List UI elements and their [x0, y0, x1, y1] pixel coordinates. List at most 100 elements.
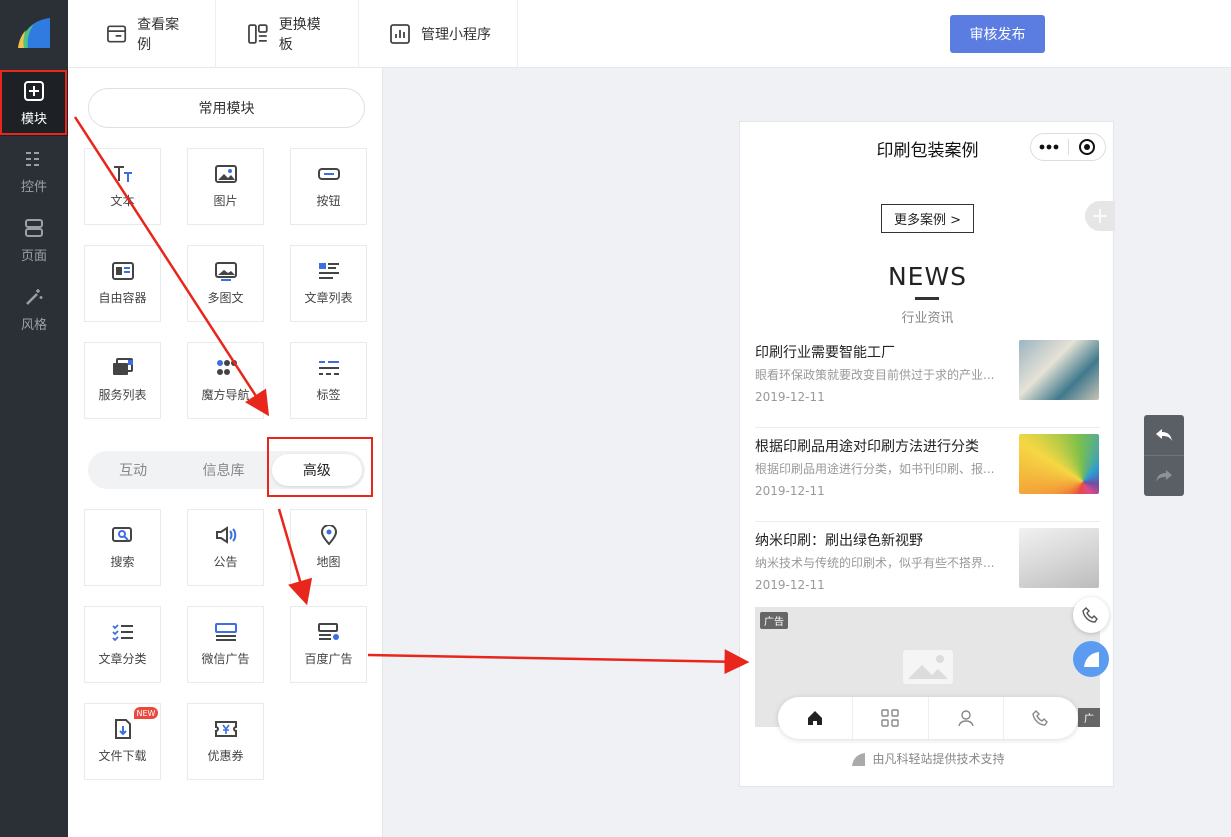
article-date: 2019-12-11 — [755, 578, 825, 592]
module-text[interactable]: 文本 — [84, 148, 161, 225]
module-image[interactable]: 图片 — [187, 148, 264, 225]
tab-interactive[interactable]: 互动 — [88, 451, 178, 489]
article-title: 印刷行业需要智能工厂 — [755, 345, 895, 361]
coupon-icon — [214, 721, 237, 737]
manage-miniprogram-button[interactable]: 管理小程序 — [359, 0, 518, 68]
change-template-button[interactable]: 更换模板 — [216, 0, 359, 68]
module-service-list[interactable]: 服务列表 — [84, 342, 161, 419]
module-baidu-ad[interactable]: 百度广告 — [290, 606, 367, 683]
brand-logo-icon — [1084, 652, 1099, 667]
module-label: 图片 — [213, 194, 238, 208]
article-title: 纳米印刷：刷出绿色新视野 — [755, 533, 923, 549]
article-desc: 根据印刷品用途进行分类，如书刊印刷、报... — [755, 462, 995, 476]
brand-float-button[interactable] — [1073, 641, 1109, 677]
announcement-icon — [215, 526, 236, 544]
phone-preview: 印刷包装案例 更多案例 > NEWS 行业资讯 印刷行业需要智能工厂 眼看环保政… — [739, 121, 1115, 787]
publish-button[interactable]: 审核发布 — [950, 15, 1045, 53]
drag-handle-icon[interactable] — [1085, 201, 1115, 231]
change-template-label: 更换模板 — [278, 17, 321, 53]
module-label: 百度广告 — [304, 652, 353, 666]
rail-item-label: 控件 — [20, 179, 47, 195]
more-cases-button[interactable]: 更多案例 > — [881, 204, 974, 233]
module-coupon[interactable]: 优惠券 — [187, 703, 264, 780]
module-button[interactable]: 按钮 — [290, 148, 367, 225]
news-underline — [915, 297, 939, 300]
article-date: 2019-12-11 — [755, 484, 825, 498]
module-label: 文章分类 — [98, 652, 147, 666]
undo-button[interactable] — [1144, 415, 1184, 455]
module-label: 地图 — [316, 555, 341, 569]
image-placeholder-icon — [903, 650, 953, 684]
article-desc: 纳米技术与传统的印刷术，似乎有些不搭界... — [755, 556, 995, 570]
tab-home[interactable] — [778, 697, 854, 739]
article-title: 根据印刷品用途对印刷方法进行分类 — [755, 439, 979, 455]
article-date: 2019-12-11 — [755, 390, 825, 404]
article-item[interactable]: 印刷行业需要智能工厂 眼看环保政策就要改变目前供过于求的产业... 2019-1… — [755, 334, 1100, 428]
module-multi-image-text[interactable]: 多图文 — [187, 245, 264, 322]
annotation-box-advanced — [267, 437, 373, 497]
module-label: 搜索 — [110, 555, 135, 569]
article-list-icon — [318, 263, 339, 279]
wechat-ad-icon — [214, 623, 237, 641]
module-label: 多图文 — [207, 291, 244, 305]
module-article-category[interactable]: 文章分类 — [84, 606, 161, 683]
module-cube-nav[interactable]: 魔方导航 — [187, 342, 264, 419]
tab-profile[interactable] — [929, 697, 1004, 739]
redo-button[interactable] — [1144, 456, 1184, 496]
grid-icon — [881, 709, 900, 727]
rail-item-label: 风格 — [20, 317, 47, 333]
module-label: 文本 — [110, 194, 135, 208]
brand-logo-icon — [852, 752, 866, 766]
article-desc: 眼看环保政策就要改变目前供过于求的产业... — [755, 368, 995, 382]
module-map[interactable]: 地图 — [290, 509, 367, 586]
module-search[interactable]: 搜索 — [84, 509, 161, 586]
powered-by-footer: 由凡科轻站提供技术支持 — [740, 750, 1115, 767]
module-article-list[interactable]: 文章列表 — [290, 245, 367, 322]
ad-tag-bottom: 广 — [1078, 708, 1100, 727]
more-dots-icon[interactable] — [1031, 144, 1068, 150]
article-item[interactable]: 根据印刷品用途对印刷方法进行分类 根据印刷品用途进行分类，如书刊印刷、报... … — [755, 428, 1100, 522]
rail-item-style[interactable]: 风格 — [0, 276, 68, 342]
article-category-icon — [111, 624, 133, 642]
module-label: 标签 — [316, 388, 341, 402]
bottom-tabbar — [778, 697, 1078, 739]
container-icon — [111, 262, 134, 280]
chart-icon — [390, 24, 410, 44]
module-announcement[interactable]: 公告 — [187, 509, 264, 586]
rail-item-label: 页面 — [20, 248, 47, 264]
phone-call-button[interactable] — [1073, 597, 1109, 633]
module-label: 微信广告 — [201, 652, 250, 666]
module-free-container[interactable]: 自由容器 — [84, 245, 161, 322]
powered-by-text: 由凡科轻站提供技术支持 — [872, 752, 1005, 766]
undo-redo-group — [1144, 415, 1184, 496]
phone-icon — [1082, 607, 1098, 623]
redo-icon — [1156, 470, 1172, 482]
pages-icon — [25, 218, 43, 237]
sliders-icon — [26, 151, 42, 166]
article-item[interactable]: 纳米印刷：刷出绿色新视野 纳米技术与传统的印刷术，似乎有些不搭界... 2019… — [755, 522, 1100, 616]
module-label: 魔方导航 — [201, 388, 250, 402]
article-thumbnail — [1019, 340, 1099, 400]
ad-tag: 广告 — [760, 612, 788, 629]
close-target-icon[interactable] — [1069, 138, 1106, 156]
tab-categories[interactable] — [853, 697, 929, 739]
rail-item-pages[interactable]: 页面 — [0, 207, 68, 273]
user-icon — [957, 710, 974, 727]
view-cases-button[interactable]: 查看案例 — [68, 0, 216, 68]
map-pin-icon — [320, 525, 337, 545]
article-thumbnail — [1019, 528, 1099, 588]
module-label: 自由容器 — [98, 291, 147, 305]
module-label: 公告 — [213, 555, 238, 569]
service-list-icon — [112, 358, 133, 375]
app-logo-icon — [18, 18, 50, 48]
tab-info-library[interactable]: 信息库 — [178, 451, 268, 489]
tab-contact[interactable] — [1004, 697, 1078, 739]
button-icon — [317, 168, 340, 180]
home-icon — [808, 711, 823, 725]
module-tags[interactable]: 标签 — [290, 342, 367, 419]
module-wechat-ad[interactable]: 微信广告 — [187, 606, 264, 683]
rail-item-controls[interactable]: 控件 — [0, 138, 68, 204]
undo-icon — [1156, 429, 1172, 441]
case-icon — [107, 25, 127, 43]
module-label: 文件下载 — [98, 749, 147, 763]
